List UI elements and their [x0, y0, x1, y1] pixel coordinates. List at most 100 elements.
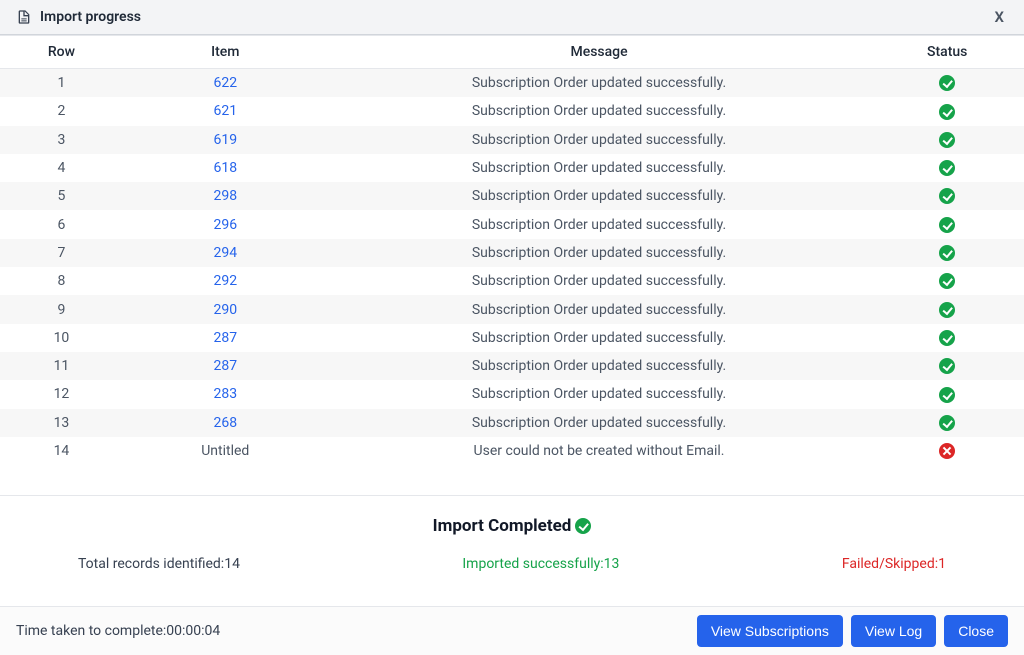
- item-link[interactable]: 619: [213, 132, 237, 148]
- table-row: 13 268 Subscription Order updated successf…: [0, 409, 1024, 437]
- summary-section: Import Completed Total records identifie…: [0, 495, 1024, 596]
- close-button-footer[interactable]: Close: [944, 615, 1008, 647]
- item-cell: 268: [123, 409, 328, 437]
- item-link[interactable]: 296: [213, 217, 237, 233]
- document-icon: [16, 9, 32, 25]
- success-check-icon: [939, 302, 955, 318]
- item-cell: 619: [123, 126, 328, 154]
- error-x-icon: [939, 443, 955, 459]
- summary-stats: Total records identified:14 Imported suc…: [18, 556, 1006, 572]
- item-link[interactable]: 292: [213, 273, 237, 289]
- success-check-icon: [939, 273, 955, 289]
- table-row: 7 294 Subscription Order updated successfu…: [0, 239, 1024, 267]
- message-cell: Subscription Order updated successfully.: [328, 267, 871, 295]
- view-subscriptions-button[interactable]: View Subscriptions: [697, 615, 843, 647]
- status-cell: [870, 324, 1024, 352]
- success-check-icon: [939, 75, 955, 91]
- item-text: Untitled: [201, 443, 249, 459]
- view-log-button[interactable]: View Log: [851, 615, 936, 647]
- message-cell: Subscription Order updated successfully.: [328, 324, 871, 352]
- item-link[interactable]: 290: [213, 302, 237, 318]
- item-link[interactable]: 283: [213, 386, 237, 402]
- item-link[interactable]: 621: [213, 103, 237, 119]
- success-check-icon: [939, 415, 955, 431]
- row-number: 2: [0, 97, 123, 125]
- item-link[interactable]: 298: [213, 188, 237, 204]
- status-cell: [870, 437, 1024, 465]
- summary-fail-value: 1: [938, 556, 946, 572]
- status-cell: [870, 380, 1024, 408]
- dialog-title: Import progress: [40, 9, 141, 25]
- summary-total-value: 14: [224, 556, 240, 572]
- summary-title: Import Completed: [18, 516, 1006, 536]
- success-check-icon: [939, 217, 955, 233]
- message-cell: Subscription Order updated successfully.: [328, 380, 871, 408]
- status-cell: [870, 97, 1024, 125]
- table-row: 6 296 Subscription Order updated successfu…: [0, 210, 1024, 238]
- row-number: 9: [0, 295, 123, 323]
- row-number: 14: [0, 437, 123, 465]
- row-number: 10: [0, 324, 123, 352]
- message-cell: Subscription Order updated successfully.: [328, 239, 871, 267]
- message-cell: Subscription Order updated successfully.: [328, 409, 871, 437]
- item-link[interactable]: 287: [213, 330, 237, 346]
- status-cell: [870, 295, 1024, 323]
- summary-total: Total records identified:14: [78, 556, 240, 572]
- results-table: Row Item Message Status 1622Subscription…: [0, 35, 1024, 465]
- message-cell: Subscription Order updated successfully.: [328, 69, 871, 98]
- summary-ok-value: 13: [604, 556, 620, 572]
- success-check-icon: [939, 358, 955, 374]
- item-cell: 621: [123, 97, 328, 125]
- time-taken: Time taken to complete:00:00:04: [16, 623, 220, 639]
- item-cell: 287: [123, 352, 328, 380]
- item-link[interactable]: 287: [213, 358, 237, 374]
- col-message-header: Message: [328, 36, 871, 69]
- table-row: 1 622 Subscription Order updated successfu…: [0, 69, 1024, 98]
- item-link[interactable]: 294: [213, 245, 237, 261]
- success-check-icon: [939, 160, 955, 176]
- summary-total-label: Total records identified:: [78, 556, 224, 572]
- success-check-icon: [939, 104, 955, 120]
- item-link[interactable]: 268: [213, 415, 237, 431]
- close-button[interactable]: X: [991, 8, 1009, 26]
- item-cell: 622: [123, 69, 328, 98]
- summary-title-text: Import Completed: [433, 516, 572, 536]
- row-number: 11: [0, 352, 123, 380]
- item-cell: 287: [123, 324, 328, 352]
- row-number: 1: [0, 69, 123, 98]
- table-row: 4618Subscription Order updated successfu…: [0, 154, 1024, 182]
- table-row: 9 290 Subscription Order updated successfu…: [0, 295, 1024, 323]
- row-number: 7: [0, 239, 123, 267]
- footer-buttons: View Subscriptions View Log Close: [697, 615, 1008, 647]
- item-cell: Untitled: [123, 437, 328, 465]
- item-cell: 290: [123, 295, 328, 323]
- message-cell: Subscription Order updated successfully.: [328, 182, 871, 210]
- item-link[interactable]: 618: [213, 160, 237, 176]
- message-cell: Subscription Order updated successfully.: [328, 154, 871, 182]
- table-row: 11 287 Subscription Order updated successf…: [0, 352, 1024, 380]
- item-link[interactable]: 622: [213, 75, 237, 91]
- item-cell: 618: [123, 154, 328, 182]
- message-cell: Subscription Order updated successfully.: [328, 210, 871, 238]
- time-label: Time taken to complete:: [16, 623, 166, 639]
- message-cell: Subscription Order updated successfully.: [328, 352, 871, 380]
- message-cell: User could not be created without Email.: [328, 437, 871, 465]
- status-cell: [870, 126, 1024, 154]
- row-number: 13: [0, 409, 123, 437]
- status-cell: [870, 69, 1024, 98]
- row-number: 8: [0, 267, 123, 295]
- item-cell: 292: [123, 267, 328, 295]
- message-cell: Subscription Order updated successfully.: [328, 126, 871, 154]
- summary-imported: Imported successfully:13: [462, 556, 619, 572]
- status-cell: [870, 239, 1024, 267]
- success-check-icon: [939, 132, 955, 148]
- row-number: 6: [0, 210, 123, 238]
- status-cell: [870, 182, 1024, 210]
- table-row: 3619Subscription Order updated successfu…: [0, 126, 1024, 154]
- success-check-icon: [939, 245, 955, 261]
- item-cell: 298: [123, 182, 328, 210]
- time-value: 00:00:04: [166, 623, 220, 639]
- item-cell: 294: [123, 239, 328, 267]
- message-cell: Subscription Order updated successfully.: [328, 295, 871, 323]
- dialog-title-group: Import progress: [16, 9, 141, 25]
